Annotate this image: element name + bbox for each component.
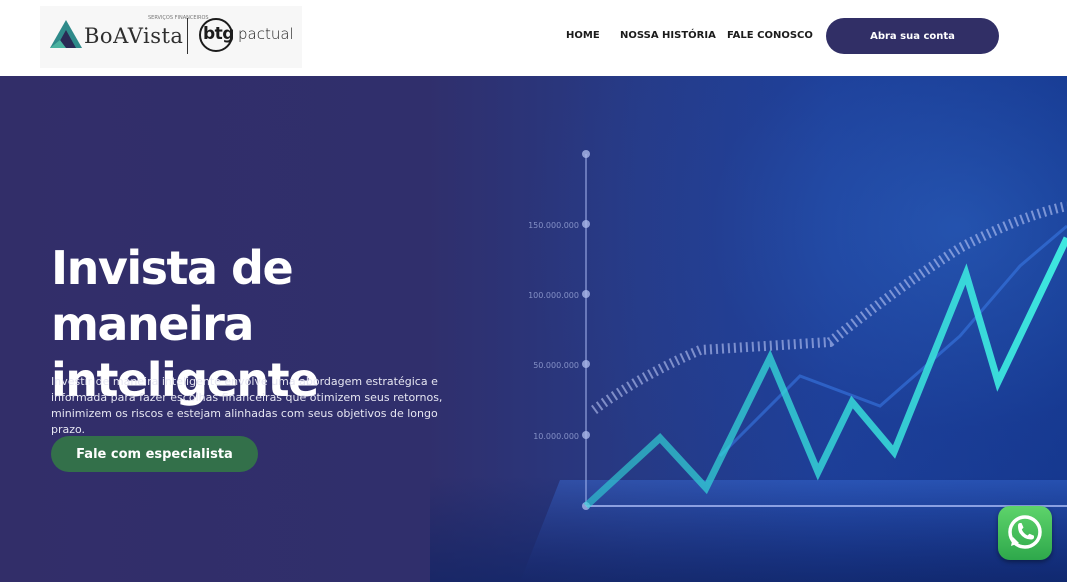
top-navigation-bar: BoAVista SERVIÇOS FINANCEIROS btg pactua… xyxy=(0,0,1067,76)
chart-axis-label: 150.000.000 xyxy=(528,221,579,230)
hero-description: Investir de maneira inteligente envolve … xyxy=(51,375,443,436)
whatsapp-icon xyxy=(1008,515,1042,549)
btg-logo-text: btg xyxy=(203,24,234,44)
boavista-logo-text: BoAVista xyxy=(84,24,184,48)
chart-axis-label: 10.000.000 xyxy=(533,432,579,441)
chart-axis-point xyxy=(582,290,590,298)
hero-section: 150.000.000 100.000.000 50.000.000 10.00… xyxy=(0,76,1067,582)
chart-axis-point xyxy=(582,220,590,228)
logo-divider xyxy=(187,18,188,54)
pactual-logo-text: pactual xyxy=(238,25,294,43)
talk-to-specialist-button[interactable]: Fale com especialista xyxy=(51,436,258,472)
nav-home[interactable]: HOME xyxy=(566,30,600,41)
whatsapp-button[interactable] xyxy=(998,506,1052,560)
boavista-logo-icon xyxy=(50,20,82,48)
nav-fale-conosco[interactable]: FALE CONOSCO xyxy=(727,30,813,41)
nav-nossa-historia[interactable]: NOSSA HISTÓRIA xyxy=(620,30,716,41)
chart-axis-label: 50.000.000 xyxy=(533,361,579,370)
chart-axis-point xyxy=(582,360,590,368)
chart-axis-point xyxy=(582,431,590,439)
chart-axis-point xyxy=(582,150,590,158)
boavista-logo-subtitle: SERVIÇOS FINANCEIROS xyxy=(148,15,209,21)
chart-axis-label: 100.000.000 xyxy=(528,291,579,300)
chart-main-line xyxy=(583,236,1067,509)
open-account-button[interactable]: Abra sua conta xyxy=(826,18,999,54)
hero-title-line-1: Invista de maneira xyxy=(51,241,294,351)
